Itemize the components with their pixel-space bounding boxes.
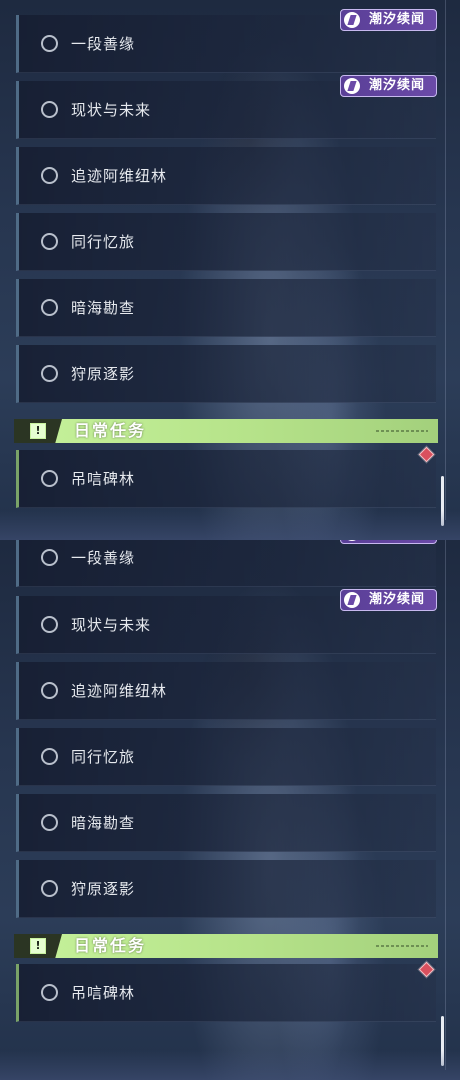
radio-circle-icon xyxy=(41,814,58,831)
event-tag: 潮汐续闻 xyxy=(340,75,437,97)
radio-circle-icon xyxy=(41,470,58,487)
category-header-daily[interactable]: ! 日常任务 xyxy=(14,934,438,958)
radio-circle-icon xyxy=(41,365,58,382)
exclamation-icon: ! xyxy=(30,423,46,439)
radio-circle-icon xyxy=(41,35,58,52)
radio-circle-icon xyxy=(41,984,58,1001)
category-title: 日常任务 xyxy=(74,421,147,440)
scroll-track xyxy=(445,540,446,1070)
category-badge: ! xyxy=(14,934,62,958)
quest-item[interactable]: 同行忆旅 xyxy=(16,728,436,786)
quest-label: 一段善缘 xyxy=(71,549,136,567)
quest-label: 追迹阿维纽林 xyxy=(71,682,168,700)
radio-circle-icon xyxy=(41,167,58,184)
quest-label: 狩原逐影 xyxy=(71,880,136,898)
quest-item[interactable]: 同行忆旅 xyxy=(16,213,436,271)
quest-item-daily[interactable]: 吊唁碑林 xyxy=(16,964,436,1022)
quest-item[interactable]: 狩原逐影 xyxy=(16,860,436,918)
quest-label: 追迹阿维纽林 xyxy=(71,167,168,185)
quest-item[interactable]: 狩原逐影 xyxy=(16,345,436,403)
event-tag-label: 潮汐续闻 xyxy=(369,12,426,27)
category-badge: ! xyxy=(14,419,62,443)
quest-list-panel: 一段善缘 现状与未来 追迹阿维纽林 同行忆旅 暗海勘查 狩原逐影 潮汐续闻 潮汐… xyxy=(0,0,460,540)
quest-label: 吊唁碑林 xyxy=(71,470,136,488)
radio-circle-icon xyxy=(41,616,58,633)
swirl-emblem-icon xyxy=(344,540,360,541)
event-tag: 潮汐续闻 xyxy=(340,9,437,31)
quest-label: 现状与未来 xyxy=(71,616,152,634)
radio-circle-icon xyxy=(41,748,58,765)
category-header-daily[interactable]: ! 日常任务 xyxy=(14,419,438,443)
swirl-emblem-icon xyxy=(344,592,360,608)
radio-circle-icon xyxy=(41,880,58,897)
quest-label: 现状与未来 xyxy=(71,101,152,119)
exclamation-icon: ! xyxy=(30,938,46,954)
quest-list-panel: 一段善缘 现状与未来 追迹阿维纽林 同行忆旅 暗海勘查 狩原逐影 潮汐续闻 ! … xyxy=(0,540,460,1080)
event-tag-label: 潮汐续闻 xyxy=(369,592,426,607)
quest-item[interactable]: 追迹阿维纽林 xyxy=(16,662,436,720)
quest-label: 狩原逐影 xyxy=(71,365,136,383)
quest-item[interactable]: 追迹阿维纽林 xyxy=(16,147,436,205)
quest-label: 暗海勘查 xyxy=(71,814,136,832)
radio-circle-icon xyxy=(41,299,58,316)
radio-circle-icon xyxy=(41,233,58,250)
swirl-emblem-icon xyxy=(344,12,360,28)
quest-label: 暗海勘查 xyxy=(71,299,136,317)
radio-circle-icon xyxy=(41,682,58,699)
quest-label: 同行忆旅 xyxy=(71,748,136,766)
quest-label: 一段善缘 xyxy=(71,35,136,53)
quest-label: 吊唁碑林 xyxy=(71,984,136,1002)
category-title: 日常任务 xyxy=(74,936,147,955)
radio-circle-icon xyxy=(41,101,58,118)
decorative-ticks xyxy=(376,430,428,432)
scroll-track xyxy=(445,0,446,520)
quest-item-daily[interactable]: 吊唁碑林 xyxy=(16,450,436,508)
radio-circle-icon xyxy=(41,549,58,566)
event-tag-label: 潮汐续闻 xyxy=(369,78,426,93)
quest-item[interactable]: 暗海勘查 xyxy=(16,794,436,852)
quest-item[interactable]: 暗海勘查 xyxy=(16,279,436,337)
decorative-ticks xyxy=(376,945,428,947)
event-tag xyxy=(340,540,437,544)
quest-label: 同行忆旅 xyxy=(71,233,136,251)
event-tag: 潮汐续闻 xyxy=(340,589,437,611)
swirl-emblem-icon xyxy=(344,78,360,94)
scrollbar-thumb[interactable] xyxy=(441,476,444,526)
scrollbar-thumb[interactable] xyxy=(441,1016,444,1066)
quest-item[interactable]: 一段善缘 xyxy=(16,540,436,587)
